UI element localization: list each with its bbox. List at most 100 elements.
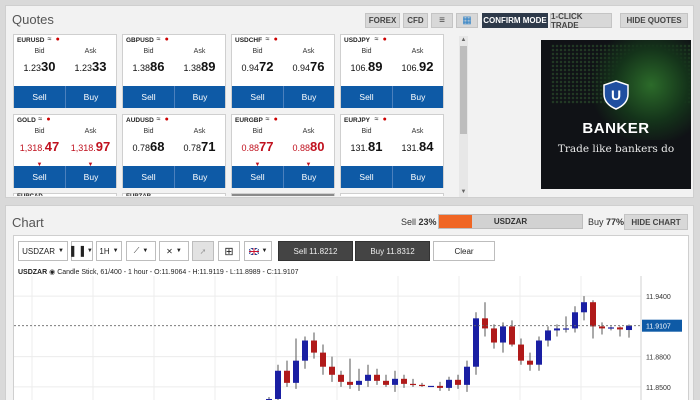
- candle-up: [536, 340, 542, 365]
- timeframe-select[interactable]: 1H ▼: [96, 241, 122, 261]
- list-view-icon[interactable]: ≡: [431, 13, 453, 28]
- bid-price: 1.2330: [14, 59, 65, 74]
- ask-label: Ask: [193, 128, 206, 135]
- scrollbar-thumb[interactable]: [460, 46, 467, 134]
- sell-button[interactable]: Sell: [14, 166, 65, 188]
- bid-price-main: 30: [41, 59, 56, 74]
- info-icon[interactable]: ●: [46, 116, 50, 124]
- scroll-down-icon[interactable]: ▼: [459, 188, 468, 197]
- drawing-tools-select[interactable]: ✕ ▼: [159, 241, 189, 261]
- bid-price: 0.8877: [232, 139, 283, 154]
- info-icon[interactable]: ●: [274, 36, 278, 44]
- confirm-mode-button[interactable]: CONFIRM MODE: [482, 13, 548, 28]
- mini-chart-icon[interactable]: ≈: [157, 116, 161, 124]
- clear-button[interactable]: Clear: [433, 241, 495, 261]
- chevron-down-icon: ▼: [175, 248, 182, 254]
- mini-chart-icon[interactable]: ≈: [38, 116, 42, 124]
- tile-header: USDJPY ≈ ●: [341, 35, 443, 46]
- cursor-tool-button[interactable]: ➚: [192, 241, 214, 261]
- banker-ad-banner[interactable]: U BANKER Trade like bankers do: [541, 40, 691, 189]
- bid-column: Bid 0.7868: [123, 126, 174, 166]
- sell-button[interactable]: Sell: [123, 86, 174, 108]
- buy-button[interactable]: Buy: [174, 86, 225, 108]
- tile-header: EURGBP ≈ ●: [232, 115, 334, 126]
- info-icon[interactable]: ●: [274, 116, 278, 124]
- candle-up: [563, 328, 569, 330]
- sentiment-symbol: USDZAR: [493, 217, 528, 226]
- crossing-lines-icon: ✕: [166, 246, 173, 256]
- buy-button[interactable]: Buy: [283, 86, 334, 108]
- quote-tile-eurusd: EURUSD ≈ ● Bid 1.2330 Ask 1.2333 Sell Buy: [13, 34, 117, 108]
- quote-tile-gold: GOLD ≈ ● Bid 1,318.47 ▼ Ask 1,318.97 ▼ Sell Buy: [13, 114, 117, 188]
- sell-button[interactable]: Sell: [232, 86, 283, 108]
- one-click-trade-button[interactable]: 1-CLICK TRADE: [550, 12, 612, 30]
- down-arrow-icon: ▼: [87, 162, 94, 168]
- candle-down: [482, 318, 488, 329]
- indicators-select[interactable]: ⟋ ▼: [126, 241, 156, 261]
- mini-chart-icon[interactable]: ≈: [266, 36, 270, 44]
- info-icon[interactable]: ●: [383, 116, 387, 124]
- quote-tile-audusd: AUDUSD ≈ ● Bid 0.7868 Ask 0.7871 Sell Buy: [122, 114, 226, 188]
- chart-info-text: Candle Stick, 61/400 - 1 hour - O:11.906…: [57, 269, 299, 276]
- info-icon[interactable]: ●: [165, 36, 169, 44]
- mini-chart-icon[interactable]: ≈: [375, 36, 379, 44]
- candle-down: [455, 379, 461, 385]
- tile-symbol: USDJPY: [344, 37, 371, 44]
- symbol-select[interactable]: USDZAR ▼: [18, 241, 68, 261]
- hide-quotes-button[interactable]: HIDE QUOTES: [620, 13, 688, 28]
- buy-button[interactable]: Buy: [392, 166, 443, 188]
- candle-down: [383, 380, 389, 385]
- cfd-tab[interactable]: CFD: [403, 13, 428, 28]
- price-axis-label: 11.8500: [646, 385, 671, 392]
- sell-button[interactable]: Sell: [341, 166, 392, 188]
- chart-sell-button[interactable]: Sell 11.8212: [278, 241, 353, 261]
- info-icon[interactable]: ●: [56, 36, 60, 44]
- buy-button[interactable]: Buy: [65, 86, 116, 108]
- candlestick-icon: ▌▐: [71, 246, 84, 256]
- quote-tile-partial: [231, 193, 335, 196]
- down-arrow-icon: ▼: [254, 162, 261, 168]
- buy-button[interactable]: Buy: [65, 166, 116, 188]
- chart-buy-button[interactable]: Buy 11.8312: [355, 241, 430, 261]
- sell-button[interactable]: Sell: [123, 166, 174, 188]
- sell-button[interactable]: Sell: [341, 86, 392, 108]
- info-icon[interactable]: ●: [383, 36, 387, 44]
- ask-price-main: 97: [95, 139, 111, 154]
- mini-chart-icon[interactable]: ≈: [157, 36, 161, 44]
- forex-tab[interactable]: FOREX: [365, 13, 400, 28]
- info-icon[interactable]: ●: [165, 116, 169, 124]
- chart-type-select[interactable]: ▌▐ ▼: [71, 241, 93, 261]
- tile-header: GBPUSD ≈ ●: [123, 35, 225, 46]
- ask-price: 1.2333: [65, 59, 116, 74]
- mini-chart-icon[interactable]: ≈: [375, 116, 379, 124]
- mini-chart-icon[interactable]: ≈: [266, 116, 270, 124]
- scroll-up-icon[interactable]: ▲: [459, 36, 468, 45]
- grid-view-icon[interactable]: ▦: [456, 13, 478, 28]
- buy-button[interactable]: Buy: [174, 166, 225, 188]
- tile-symbol: EURCAD: [14, 194, 116, 196]
- candlestick-chart[interactable]: 11.9400 11.8800 11.8500 11.9107: [14, 276, 688, 400]
- bid-price-main: 77: [259, 139, 274, 154]
- bid-price-prefix: 1,318.: [19, 143, 45, 153]
- buy-button[interactable]: Buy: [392, 86, 443, 108]
- candle-down: [311, 340, 317, 353]
- chevron-down-icon: ▼: [86, 248, 93, 254]
- ask-price: 1.3889: [174, 59, 225, 74]
- hide-chart-button[interactable]: HIDE CHART: [624, 214, 688, 230]
- ask-price: 0.7871: [174, 139, 225, 154]
- layout-button[interactable]: ⊞: [218, 241, 240, 261]
- language-select[interactable]: ▼: [244, 241, 272, 261]
- timeframe-select-value: 1H: [99, 246, 110, 256]
- mini-chart-icon[interactable]: ≈: [48, 36, 52, 44]
- bid-price-prefix: 131.: [350, 143, 369, 153]
- candle-down: [347, 381, 353, 385]
- ask-label: Ask: [302, 128, 315, 135]
- ask-price-main: 71: [201, 139, 216, 154]
- buy-button[interactable]: Buy: [283, 166, 334, 188]
- quotes-scrollbar[interactable]: ▲ ▼: [459, 36, 468, 197]
- tile-header: EURJPY ≈ ●: [341, 115, 443, 126]
- candle-up: [446, 379, 452, 388]
- sell-button[interactable]: Sell: [232, 166, 283, 188]
- sell-button[interactable]: Sell: [14, 86, 65, 108]
- ask-price-main: 89: [201, 59, 216, 74]
